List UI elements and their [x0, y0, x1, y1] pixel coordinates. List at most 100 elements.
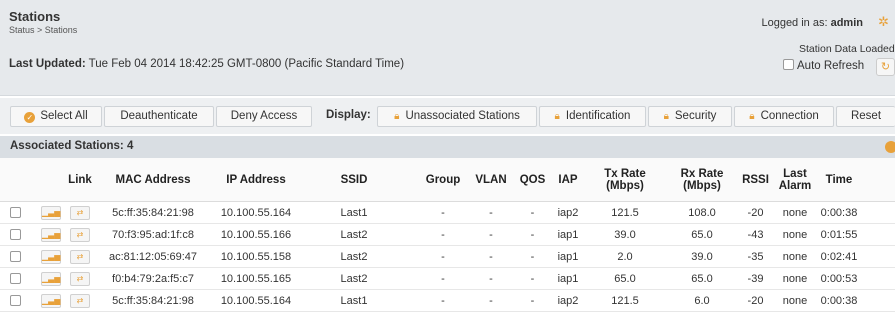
check-circle-icon: ✓ [24, 112, 36, 123]
column-header-iap[interactable]: IAP [552, 158, 584, 202]
rssi: -20 [747, 295, 764, 307]
signal-icon[interactable]: ▁▃▅ [41, 250, 61, 264]
rx-rate: 108.0 [688, 207, 716, 219]
unassociated-label: Unassociated Stations [405, 110, 520, 122]
table-header: Link MAC Address IP Address SSID Group V… [0, 158, 895, 202]
page-title: Stations [9, 9, 61, 24]
column-header-ssid[interactable]: SSID [318, 158, 390, 202]
ssid: Last1 [340, 295, 368, 307]
deauthenticate-button[interactable]: Deauthenticate [104, 106, 214, 127]
tx-rate: 39.0 [614, 229, 636, 241]
ip-address: 10.100.55.164 [220, 207, 292, 219]
ssid: Last2 [340, 273, 368, 285]
auto-refresh-checkbox[interactable] [783, 59, 794, 70]
link-icon[interactable]: ⇄ [70, 272, 90, 286]
column-header-rssi[interactable]: RSSI [738, 158, 773, 202]
identification-button[interactable]: 🔒︎ Identification [539, 106, 646, 127]
time: 0:00:38 [820, 207, 858, 219]
table-row[interactable]: ▁▃▅ ⇄ f0:b4:79:2a:f5:c7 10.100.55.165 La… [0, 268, 895, 290]
rssi: -43 [747, 229, 764, 241]
last-updated: Last Updated: Tue Feb 04 2014 18:42:25 G… [9, 58, 404, 70]
signal-icon[interactable]: ▁▃▅ [41, 294, 61, 308]
logged-in-info: Logged in as: admin [761, 17, 863, 29]
mac-address: 5c:ff:35:84:21:98 [112, 207, 194, 219]
table-row[interactable]: ▁▃▅ ⇄ ac:81:12:05:69:47 10.100.55.158 La… [0, 246, 895, 268]
signal-icon[interactable]: ▁▃▅ [41, 228, 61, 242]
group: - [441, 207, 445, 219]
column-header-rx-rate[interactable]: Rx Rate (Mbps) [667, 158, 737, 202]
row-checkbox[interactable] [10, 273, 21, 284]
link-icon[interactable]: ⇄ [70, 206, 90, 220]
rssi: -35 [747, 251, 764, 263]
reset-label: Reset [850, 110, 882, 122]
security-label: Security [674, 110, 717, 122]
link-icon[interactable]: ⇄ [70, 228, 90, 242]
link-icon[interactable]: ⇄ [70, 250, 90, 264]
qos: - [530, 207, 535, 219]
tx-rate: 65.0 [614, 273, 636, 285]
rx-rate: 65.0 [691, 273, 713, 285]
station-data-status: Station Data Loaded [799, 43, 895, 55]
auto-refresh-label: Auto Refresh [797, 60, 865, 72]
group: - [441, 229, 445, 241]
row-checkbox[interactable] [10, 229, 21, 240]
section-title: Associated Stations: 4 [10, 140, 134, 152]
mac-address: f0:b4:79:2a:f5:c7 [112, 273, 194, 285]
rx-rate-label: Rx Rate [680, 168, 724, 180]
column-header-group[interactable]: Group [420, 158, 466, 202]
connection-button[interactable]: 🔒︎ Connection [734, 106, 834, 127]
auto-refresh-toggle[interactable]: Auto Refresh [783, 59, 864, 72]
column-header-vlan[interactable]: VLAN [468, 158, 514, 202]
security-button[interactable]: 🔒︎ Security [648, 106, 732, 127]
time: 0:00:38 [820, 295, 858, 307]
refresh-icon[interactable]: ↻ [876, 58, 895, 76]
lock-icon: 🔒︎ [749, 111, 755, 122]
collapse-icon[interactable] [885, 141, 895, 153]
tx-rate: 121.5 [611, 207, 639, 219]
ip-address: 10.100.55.166 [220, 229, 292, 241]
tx-rate: 2.0 [617, 251, 633, 263]
qos: - [530, 229, 535, 241]
table-row[interactable]: ▁▃▅ ⇄ 70:f3:95:ad:1f:c8 10.100.55.166 La… [0, 224, 895, 246]
deny-access-button[interactable]: Deny Access [216, 106, 312, 127]
column-header-tx-rate[interactable]: Tx Rate (Mbps) [590, 158, 660, 202]
column-header-qos[interactable]: QOS [515, 158, 550, 202]
tx-rate-unit: (Mbps) [606, 180, 644, 192]
group: - [441, 273, 445, 285]
identification-label: Identification [565, 110, 631, 122]
time: 0:00:53 [820, 273, 858, 285]
table-row[interactable]: ▁▃▅ ⇄ 5c:ff:35:84:21:98 10.100.55.164 La… [0, 202, 895, 224]
table-row[interactable]: ▁▃▅ ⇄ 5c:ff:35:84:21:98 10.100.55.164 La… [0, 290, 895, 312]
column-header-last-alarm[interactable]: Last Alarm [775, 158, 815, 202]
mac-address: 5c:ff:35:84:21:98 [112, 295, 194, 307]
logged-in-user[interactable]: admin [831, 17, 863, 29]
row-checkbox[interactable] [10, 251, 21, 262]
column-header-time[interactable]: Time [817, 158, 861, 202]
ssid: Last1 [340, 207, 368, 219]
ip-address: 10.100.55.164 [220, 295, 292, 307]
tx-rate-label: Tx Rate [604, 168, 646, 180]
signal-icon[interactable]: ▁▃▅ [41, 206, 61, 220]
rssi: -39 [747, 273, 764, 285]
last-alarm: none [782, 295, 808, 307]
column-header-mac[interactable]: MAC Address [103, 158, 203, 202]
qos: - [530, 273, 535, 285]
select-all-button[interactable]: ✓ Select All [10, 106, 102, 127]
mac-address: 70:f3:95:ad:1f:c8 [112, 229, 194, 241]
link-icon[interactable]: ⇄ [70, 294, 90, 308]
mac-address: ac:81:12:05:69:47 [108, 251, 198, 263]
row-checkbox[interactable] [10, 207, 21, 218]
deauthenticate-label: Deauthenticate [120, 110, 198, 122]
column-header-link[interactable]: Link [60, 158, 100, 202]
row-checkbox[interactable] [10, 295, 21, 306]
ssid: Last2 [340, 229, 368, 241]
column-header-ip[interactable]: IP Address [212, 158, 300, 202]
associated-stations-bar: Associated Stations: 4 [0, 136, 895, 158]
gear-icon[interactable]: ✲ [878, 15, 892, 29]
last-updated-value: Tue Feb 04 2014 18:42:25 GMT-0800 (Pacif… [88, 58, 405, 70]
vlan: - [489, 273, 493, 285]
reset-button[interactable]: Reset [836, 106, 895, 127]
signal-icon[interactable]: ▁▃▅ [41, 272, 61, 286]
iap: iap2 [557, 207, 579, 219]
unassociated-stations-button[interactable]: 🔒︎ Unassociated Stations [377, 106, 537, 127]
